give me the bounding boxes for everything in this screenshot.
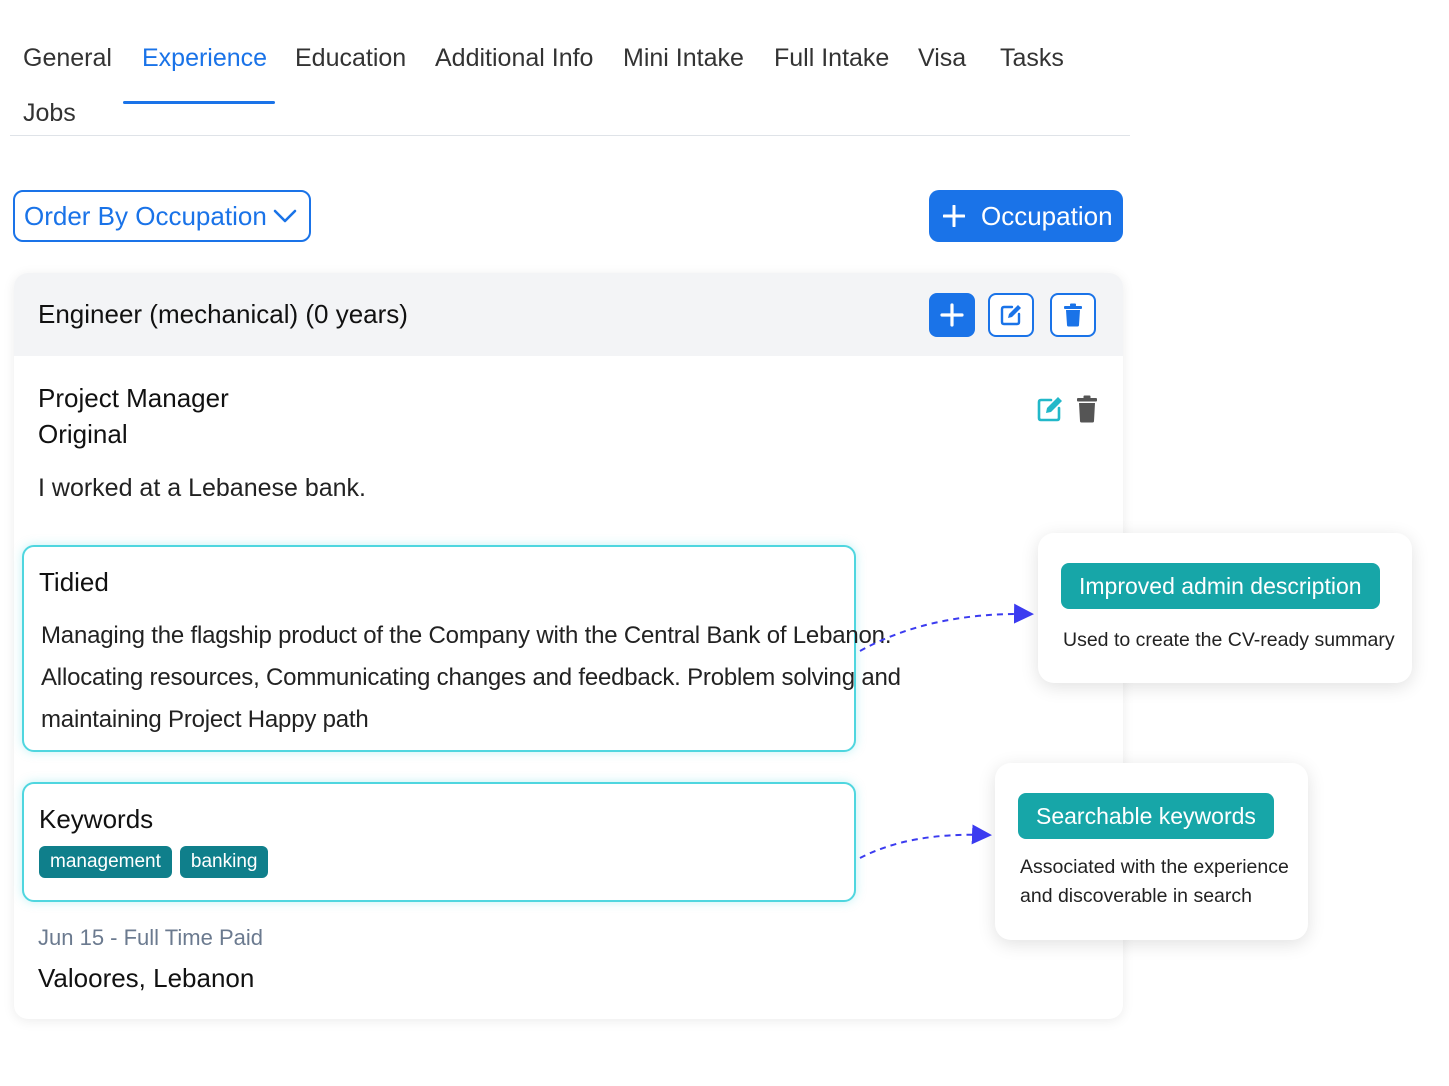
active-tab-indicator xyxy=(123,101,275,104)
experience-role: Project Manager xyxy=(38,383,229,413)
searchable-keywords-note: Associated with the experience and disco… xyxy=(1020,856,1289,907)
tab-general[interactable]: General xyxy=(23,40,112,76)
improved-description-callout: Improved admin description Used to creat… xyxy=(1038,533,1412,683)
tab-jobs[interactable]: Jobs xyxy=(23,95,76,131)
chevron-down-icon xyxy=(273,209,297,223)
tab-experience[interactable]: Experience xyxy=(142,40,267,76)
add-occupation-label: Occupation xyxy=(981,200,1113,231)
add-experience-button[interactable] xyxy=(929,293,975,337)
edit-occupation-button[interactable] xyxy=(988,293,1034,337)
edit-icon xyxy=(1000,305,1021,326)
order-by-label: Order By Occupation xyxy=(24,200,267,231)
add-occupation-button[interactable]: Occupation xyxy=(929,190,1123,242)
keywords-box: Keywords management banking xyxy=(22,782,856,902)
keyword-tag: management xyxy=(39,846,172,878)
tidied-description: Managing the flagship product of the Com… xyxy=(41,615,901,741)
searchable-keywords-badge: Searchable keywords xyxy=(1018,793,1274,839)
company-location: Valoores, Lebanon xyxy=(38,963,255,993)
occupation-header: Engineer (mechanical) (0 years) xyxy=(14,273,1123,356)
order-by-select[interactable]: Order By Occupation xyxy=(13,190,311,242)
occupation-card: Engineer (mechanical) (0 years) Project … xyxy=(14,273,1123,1019)
tab-additional-info[interactable]: Additional Info xyxy=(435,40,593,76)
tidied-title: Tidied xyxy=(39,567,109,597)
keyword-tag: banking xyxy=(179,846,269,878)
tidied-line: Allocating resources, Communicating chan… xyxy=(41,664,901,691)
keywords-title: Keywords xyxy=(39,804,154,834)
occupation-title: Engineer (mechanical) (0 years) xyxy=(38,299,408,329)
trash-icon xyxy=(1064,303,1082,327)
delete-occupation-button[interactable] xyxy=(1050,293,1096,337)
tidied-line: maintaining Project Happy path xyxy=(41,706,369,733)
tab-visa[interactable]: Visa xyxy=(918,40,966,76)
original-description: I worked at a Lebanese bank. xyxy=(38,474,367,502)
employment-date: Jun 15 - Full Time Paid xyxy=(38,925,263,950)
plus-icon xyxy=(943,205,965,227)
tab-tasks[interactable]: Tasks xyxy=(1000,40,1064,76)
tidied-description-box: Tidied Managing the flagship product of … xyxy=(22,545,901,752)
keyword-list: management banking xyxy=(39,846,269,878)
tab-full-intake[interactable]: Full Intake xyxy=(774,40,889,76)
improved-description-badge: Improved admin description xyxy=(1061,563,1380,609)
tab-education[interactable]: Education xyxy=(295,40,406,76)
edit-icon[interactable] xyxy=(1036,395,1064,423)
searchable-keywords-callout: Searchable keywords Associated with the … xyxy=(995,763,1308,940)
tab-mini-intake[interactable]: Mini Intake xyxy=(623,40,744,76)
tidied-line: Managing the flagship product of the Com… xyxy=(41,622,892,649)
tab-bar: General Experience Education Additional … xyxy=(10,20,1130,136)
trash-icon[interactable] xyxy=(1076,395,1098,423)
improved-description-note: Used to create the CV-ready summary xyxy=(1063,629,1395,651)
version-label: Original xyxy=(38,419,128,449)
plus-icon xyxy=(940,303,964,327)
